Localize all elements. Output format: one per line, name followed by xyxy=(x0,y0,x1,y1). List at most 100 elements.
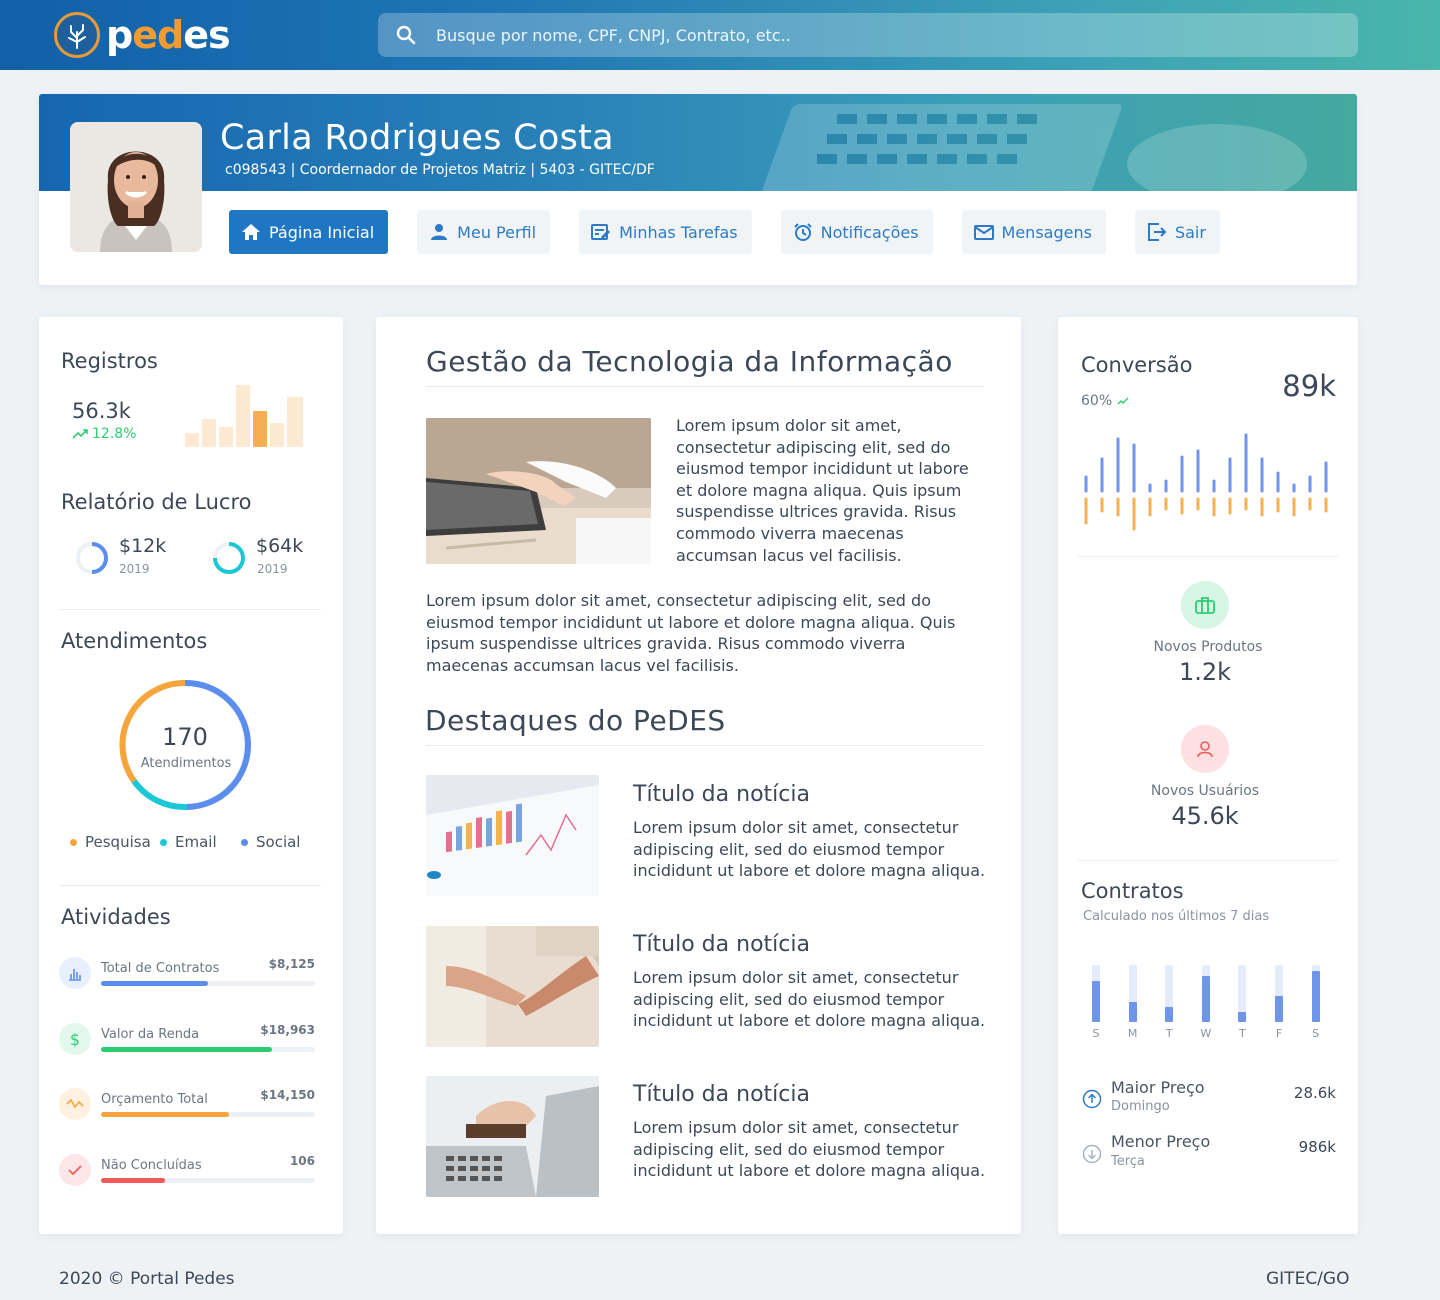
registros-trend-value: 12.8% xyxy=(92,426,137,442)
check-icon xyxy=(59,1154,91,1186)
briefcase-icon xyxy=(1181,581,1229,629)
tree-logo-icon xyxy=(54,12,100,58)
contratos-bar[interactable] xyxy=(1275,996,1283,1022)
contratos-bar-chart xyxy=(1092,965,1332,1025)
top-bar: pedes xyxy=(0,0,1440,70)
maior-preco-label: Maior Preço xyxy=(1111,1078,1205,1097)
progress-fill xyxy=(101,1112,230,1117)
contratos-day-label: S xyxy=(1092,1027,1100,1040)
novos-usuarios-value: 45.6k xyxy=(1171,802,1239,830)
atividade-valor-renda[interactable]: $ Valor da Renda $18,963 xyxy=(59,1023,315,1073)
news-text: Lorem ipsum dolor sit amet, consectetur … xyxy=(633,818,986,881)
profile-banner: Carla Rodrigues Costa c098543 | Coordern… xyxy=(39,94,1357,191)
conversao-percent: 60% xyxy=(1081,393,1129,409)
lucro-ring-2 xyxy=(213,542,245,574)
lucro-value-2: $64k xyxy=(256,535,304,557)
conversao-title: Conversão xyxy=(1081,353,1193,377)
contratos-day-label: S xyxy=(1312,1027,1320,1040)
contratos-bar[interactable] xyxy=(1165,1007,1174,1022)
divider xyxy=(1078,556,1338,557)
atividade-nao-concluidas[interactable]: Não Concluídas 106 xyxy=(59,1154,315,1204)
progress-track xyxy=(101,981,315,986)
contratos-day-label: T xyxy=(1165,1027,1173,1040)
contratos-bar-track xyxy=(1128,965,1137,1022)
menor-preco-value: 986k xyxy=(1298,1138,1336,1156)
search-input[interactable] xyxy=(436,25,1316,45)
divider xyxy=(426,745,984,746)
nav-pagina-inicial[interactable]: Página Inicial xyxy=(229,210,389,254)
progress-fill xyxy=(101,1047,273,1052)
handshake-image xyxy=(426,926,599,1047)
conversao-bar-chart xyxy=(1084,433,1328,531)
menor-preco-label: Menor Preço xyxy=(1111,1132,1211,1151)
home-icon xyxy=(242,224,260,240)
avatar xyxy=(70,122,202,252)
nav-meu-perfil[interactable]: Meu Perfil xyxy=(417,210,551,254)
contratos-bar[interactable] xyxy=(1238,1012,1247,1022)
novos-produtos-label: Novos Produtos xyxy=(1153,639,1263,655)
news-text: Lorem ipsum dolor sit amet, consectetur … xyxy=(633,1118,986,1181)
divider xyxy=(1078,860,1338,861)
section-title-destaques: Destaques do PeDES xyxy=(425,704,726,737)
pulse-icon xyxy=(59,1088,91,1120)
conversao-value: 89k xyxy=(1282,369,1336,403)
nav-label: Minhas Tarefas xyxy=(619,222,738,242)
nav-minhas-tarefas[interactable]: Minhas Tarefas xyxy=(579,210,752,254)
contratos-day-label: M xyxy=(1127,1027,1138,1040)
atendimentos-label: Atendimentos xyxy=(140,756,232,771)
atendimentos-total: 170 xyxy=(162,723,208,751)
profile-card: Carla Rodrigues Costa c098543 | Coordern… xyxy=(39,94,1357,285)
novos-usuarios-label: Novos Usuários xyxy=(1150,783,1260,799)
contratos-bar-track xyxy=(1311,965,1320,1022)
atividade-label: Não Concluídas xyxy=(101,1158,202,1173)
profile-name: Carla Rodrigues Costa xyxy=(220,118,614,158)
user-icon xyxy=(431,224,448,240)
section-title-gestao: Gestão da Tecnologia da Informação xyxy=(426,345,953,378)
nav-mensagens[interactable]: Mensagens xyxy=(961,210,1106,254)
contratos-axis: SMTWTFS xyxy=(1092,1025,1332,1041)
contratos-title: Contratos xyxy=(1081,879,1184,903)
contratos-bar[interactable] xyxy=(1311,971,1320,1022)
arrow-down-circle-icon xyxy=(1082,1144,1102,1164)
logo-wordmark: pedes xyxy=(106,13,231,57)
section1-text-right: Lorem ipsum dolor sit amet, consectetur … xyxy=(676,416,969,565)
news-title[interactable]: Título da notícia xyxy=(633,1082,810,1107)
bar-chart-icon xyxy=(59,957,91,989)
progress-track xyxy=(101,1047,315,1052)
atividade-value: $18,963 xyxy=(260,1023,315,1037)
nav-notificacoes[interactable]: Notificações xyxy=(780,210,933,254)
contratos-bar-track xyxy=(1165,965,1174,1022)
legend-social: Social xyxy=(241,833,300,851)
registros-bar-chart xyxy=(185,385,303,447)
nav-label: Mensagens xyxy=(1001,222,1092,242)
laptop-background-decoration xyxy=(762,104,1307,191)
chart-paper-image xyxy=(426,775,599,896)
trend-up-icon xyxy=(72,429,88,439)
registros-value: 56.3k xyxy=(72,399,131,423)
legend-email: Email xyxy=(160,833,217,851)
atividade-orcamento-total[interactable]: Orçamento Total $14,150 xyxy=(59,1088,315,1138)
contratos-bar[interactable] xyxy=(1092,981,1100,1022)
news-title[interactable]: Título da notícia xyxy=(633,782,810,807)
arrow-up-circle-icon xyxy=(1082,1089,1102,1109)
nav-label: Sair xyxy=(1174,222,1206,242)
contratos-bar[interactable] xyxy=(1128,1002,1137,1022)
user-icon xyxy=(1181,725,1229,773)
contratos-bar[interactable] xyxy=(1201,976,1210,1022)
search-icon[interactable] xyxy=(396,25,416,45)
lucro-title: Relatório de Lucro xyxy=(61,490,252,514)
profile-subtitle: c098543 | Coordernador de Projetos Matri… xyxy=(225,162,655,178)
profile-nav: Página Inicial Meu Perfil Minhas Tarefas… xyxy=(229,210,1249,254)
news-title[interactable]: Título da notícia xyxy=(633,932,810,957)
conversao-percent-value: 60% xyxy=(1081,393,1113,409)
section1-text-full: Lorem ipsum dolor sit amet, consectetur … xyxy=(426,591,956,675)
pedes-logo[interactable]: pedes xyxy=(54,12,231,58)
atividade-total-contratos[interactable]: Total de Contratos $8,125 xyxy=(59,957,315,1007)
registros-title: Registros xyxy=(61,349,158,373)
trend-up-icon xyxy=(1117,397,1129,405)
menor-preco-sub: Terça xyxy=(1111,1154,1145,1169)
divider xyxy=(426,386,984,387)
nav-sair[interactable]: Sair xyxy=(1134,210,1220,254)
footer-copyright: 2020 © Portal Pedes xyxy=(59,1269,235,1289)
atividade-label: Valor da Renda xyxy=(101,1027,200,1042)
